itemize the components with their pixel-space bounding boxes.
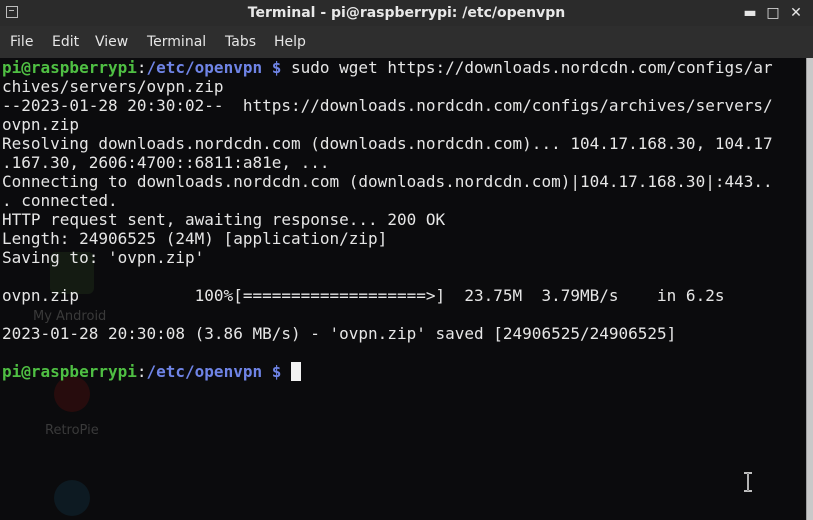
menu-terminal[interactable]: Terminal: [147, 34, 206, 50]
output-line: Connecting to downloads.nordcdn.com (dow…: [2, 172, 773, 191]
command-line: pi@raspberrypi:/etc/openvpn $ sudo wget …: [2, 58, 773, 77]
current-prompt-line[interactable]: pi@raspberrypi:/etc/openvpn $: [2, 362, 301, 381]
title-bar[interactable]: Terminal - pi@raspberrypi: /etc/openvpn …: [0, 0, 813, 26]
ibeam-cursor-icon: [744, 472, 752, 492]
output-line: chives/servers/ovpn.zip: [2, 77, 224, 96]
prompt-symbol: $: [262, 362, 291, 381]
prompt-symbol: $: [262, 58, 291, 77]
text-cursor: [291, 362, 301, 381]
prompt-separator: :: [136, 362, 147, 381]
output-line: Length: 24906525 (24M) [application/zip]: [2, 229, 388, 248]
window-title: Terminal - pi@raspberrypi: /etc/openvpn: [247, 5, 566, 21]
output-line: HTTP request sent, awaiting response... …: [2, 210, 446, 229]
output-line: Saving to: 'ovpn.zip': [2, 248, 205, 267]
terminal-output-area[interactable]: My Android RetroPie pi@raspberrypi:/etc/…: [0, 58, 813, 520]
output-line: Resolving downloads.nordcdn.com (downloa…: [2, 134, 773, 153]
terminal-window: Terminal - pi@raspberrypi: /etc/openvpn …: [0, 0, 813, 520]
prompt-user-host: pi@raspberrypi: [2, 58, 137, 77]
command-text: sudo wget https://downloads.nordcdn.com/…: [291, 58, 773, 77]
output-line: --2023-01-28 20:30:02-- https://download…: [2, 96, 773, 115]
menu-tabs[interactable]: Tabs: [225, 34, 256, 50]
output-line: . connected.: [2, 191, 118, 210]
desktop-icon-label-1: My Android: [33, 309, 106, 324]
menu-edit[interactable]: Edit: [52, 34, 79, 50]
prompt-user-host: pi@raspberrypi: [2, 362, 137, 381]
scrollbar[interactable]: [806, 58, 813, 520]
close-icon[interactable]: ✕: [787, 4, 805, 22]
menu-file[interactable]: File: [10, 34, 33, 50]
output-line: ovpn.zip: [2, 115, 80, 134]
retropie-app-icon-ghost: [54, 376, 90, 412]
desktop-icon-label-2: RetroPie: [45, 423, 99, 438]
menu-view[interactable]: View: [95, 34, 128, 50]
prompt-path: /etc/openvpn: [146, 58, 263, 77]
minimize-icon[interactable]: ▬: [741, 4, 759, 22]
prompt-separator: :: [136, 58, 147, 77]
maximize-icon[interactable]: □: [764, 4, 782, 22]
menu-help[interactable]: Help: [274, 34, 306, 50]
output-line: .167.30, 2606:4700::6811:a81e, ...: [2, 153, 330, 172]
prompt-path: /etc/openvpn: [146, 362, 263, 381]
menu-bar: File Edit View Terminal Tabs Help: [0, 26, 813, 58]
steam-app-icon-ghost: [54, 480, 90, 516]
saved-line: 2023-01-28 20:30:08 (3.86 MB/s) - 'ovpn.…: [2, 324, 677, 343]
progress-line: ovpn.zip 100%[===================>] 23.7…: [2, 286, 725, 305]
